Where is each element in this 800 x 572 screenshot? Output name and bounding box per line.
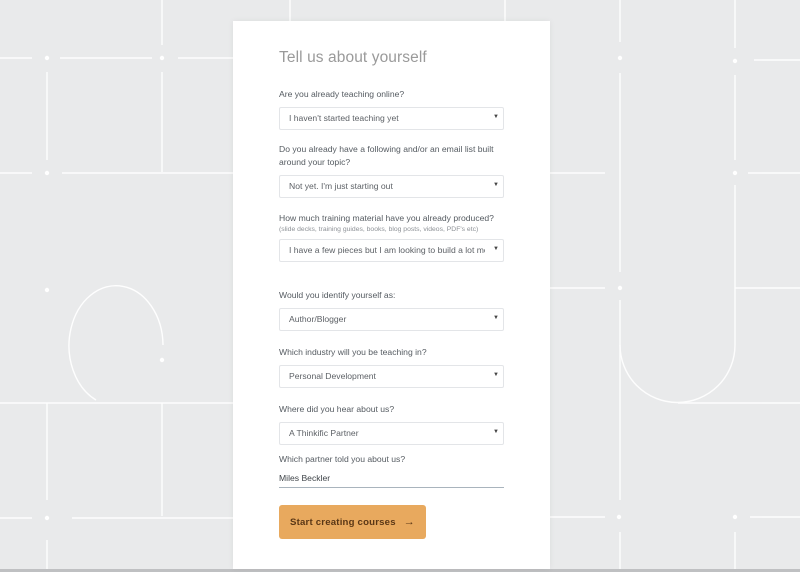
caret-down-icon: ▼ <box>493 245 499 252</box>
select-value: Author/Blogger <box>289 314 347 324</box>
select-value: Not yet. I'm just starting out <box>289 181 393 191</box>
bg-dot <box>44 515 50 521</box>
bg-dot <box>732 58 738 64</box>
form-title: Tell us about yourself <box>279 49 427 66</box>
bg-arc <box>68 285 164 401</box>
identify-as-select[interactable]: Author/Blogger ▼ <box>279 308 504 331</box>
field-label: Which partner told you about us? <box>279 454 406 464</box>
bg-dot <box>732 514 738 520</box>
field-label: Which industry will you be teaching in? <box>279 347 427 357</box>
caret-down-icon: ▼ <box>493 315 499 321</box>
bg-dot <box>159 357 165 363</box>
bg-dot <box>159 55 165 61</box>
field-heard-about: Where did you hear about us? A Thinkific… <box>279 403 504 445</box>
field-teaching-online: Are you already teaching online? I haven… <box>279 88 504 130</box>
field-identify-as: Would you identify yourself as: Author/B… <box>279 289 504 331</box>
select-value: I haven't started teaching yet <box>289 113 399 123</box>
teaching-online-select[interactable]: I haven't started teaching yet ▼ <box>279 107 504 130</box>
field-partner: Which partner told you about us? <box>279 453 504 488</box>
field-label: Where did you hear about us? <box>279 404 395 414</box>
form-card: Tell us about yourself Are you already t… <box>233 21 550 569</box>
field-training-material: How much training material have you alre… <box>279 212 504 262</box>
field-label: How much training material have you alre… <box>279 213 494 223</box>
caret-down-icon: ▼ <box>493 372 499 378</box>
bg-dot <box>44 55 50 61</box>
bg-dot <box>617 285 623 291</box>
bg-dot <box>616 514 622 520</box>
heard-about-select[interactable]: A Thinkific Partner ▼ <box>279 422 504 445</box>
training-material-select[interactable]: I have a few pieces but I am looking to … <box>279 238 504 262</box>
select-value: Personal Development <box>289 371 376 381</box>
field-hint: (slide decks, training guides, books, bl… <box>279 226 479 233</box>
caret-down-icon: ▼ <box>493 114 499 120</box>
start-creating-courses-button[interactable]: Start creating courses → <box>279 505 426 539</box>
field-following: Do you already have a following and/or a… <box>279 143 504 198</box>
field-label: Would you identify yourself as: <box>279 290 396 300</box>
bg-dot <box>44 170 50 176</box>
industry-select[interactable]: Personal Development ▼ <box>279 365 504 388</box>
field-label: Do you already have a following and/or a… <box>279 144 494 167</box>
bg-u-shape <box>619 288 736 404</box>
button-label: Start creating courses <box>290 516 396 528</box>
caret-down-icon: ▼ <box>493 182 499 188</box>
select-value: I have a few pieces but I am looking to … <box>289 244 485 255</box>
field-label: Are you already teaching online? <box>279 89 405 99</box>
partner-input[interactable] <box>279 468 504 488</box>
arrow-right-icon: → <box>403 516 415 528</box>
following-select[interactable]: Not yet. I'm just starting out ▼ <box>279 175 504 198</box>
bg-dot <box>732 170 738 176</box>
caret-down-icon: ▼ <box>493 429 499 435</box>
bg-dot <box>44 287 50 293</box>
field-industry: Which industry will you be teaching in? … <box>279 346 504 388</box>
bg-dot <box>617 55 623 61</box>
select-value: A Thinkific Partner <box>289 428 359 438</box>
